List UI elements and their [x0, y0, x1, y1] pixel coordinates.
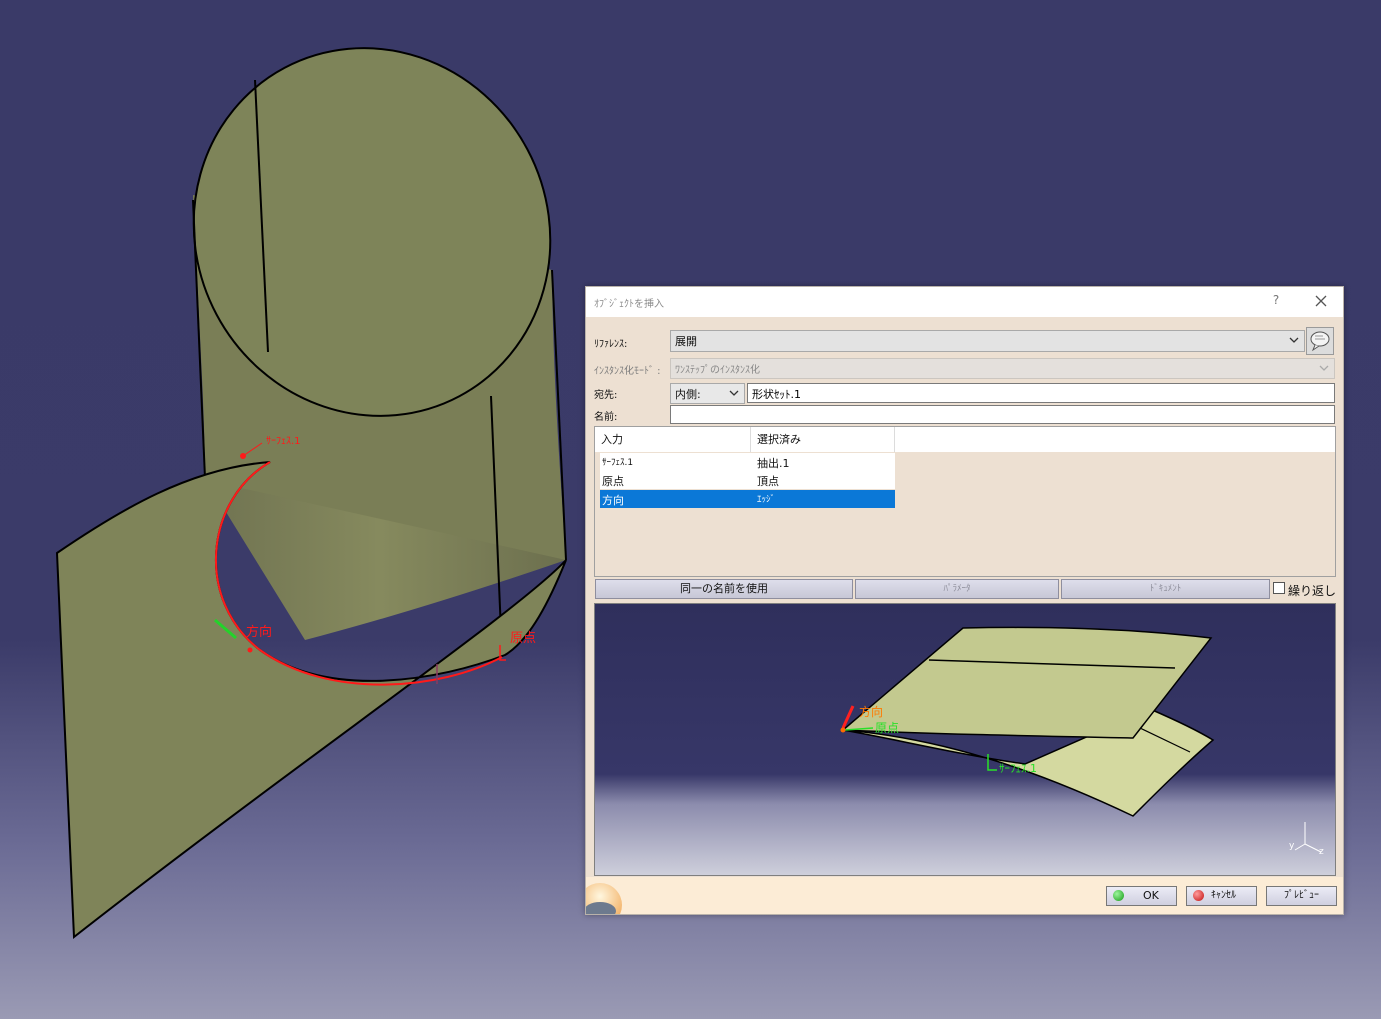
table-row-selected[interactable]: 方向 ｴｯｼﾞ [600, 490, 895, 508]
chevron-down-icon [1319, 363, 1329, 376]
cancel-label: ｷｬﾝｾﾙ [1211, 890, 1236, 901]
instantiation-mode-label: ｲﾝｽﾀﾝｽ化ﾓｰﾄﾞ : [594, 366, 661, 377]
dialog-titlebar[interactable]: ｵﾌﾞｼﾞｪｸﾄを挿入 ? [586, 287, 1343, 317]
preview-viewer[interactable]: 方向 原点 ｻｰﾌｪｽ.1 z y [594, 603, 1336, 876]
parameters-button: ﾊﾟﾗﾒｰﾀ [855, 579, 1059, 599]
edit-reference-button[interactable] [1306, 327, 1334, 355]
ok-label: OK [1143, 889, 1159, 902]
destination-value: 形状ｾｯﾄ.1 [752, 388, 801, 401]
preview-button[interactable]: ﾌﾟﾚﾋﾞｭｰ [1266, 886, 1337, 906]
preview-origin-point [840, 727, 846, 733]
destination-label: 宛先: [594, 390, 618, 401]
direction-point [247, 647, 253, 653]
column-header-selected[interactable]: 選択済み [750, 427, 895, 452]
preview-direction-label: 方向 [859, 704, 883, 719]
catia-logo-icon [586, 883, 622, 914]
dialog-footer: OK ｷｬﾝｾﾙ ﾌﾟﾚﾋﾞｭｰ [586, 877, 1343, 914]
insert-object-dialog: ｵﾌﾞｼﾞｪｸﾄを挿入 ? ﾘﾌｧﾚﾝｽ: 展開 ｲﾝｽﾀﾝｽ化ﾓｰﾄﾞ : ﾜ… [585, 286, 1344, 915]
ok-icon [1113, 890, 1124, 901]
row-input: 方向 [602, 494, 624, 507]
row-input: 原点 [602, 475, 624, 488]
row-input: ｻｰﾌｪｽ.1 [602, 458, 634, 468]
instantiation-mode-value: ﾜﾝｽﾃｯﾌﾟのｲﾝｽﾀﾝｽ化 [675, 365, 760, 376]
inputs-table-header: 入力 選択済み [595, 427, 1335, 452]
ok-button[interactable]: OK [1106, 886, 1177, 906]
destination-mode-dropdown[interactable]: 内側: [670, 383, 745, 404]
reference-label: ﾘﾌｧﾚﾝｽ: [594, 339, 628, 350]
origin-label: 原点 [510, 631, 536, 646]
table-row[interactable]: ｻｰﾌｪｽ.1 抽出.1 [600, 453, 895, 471]
reference-value: 展開 [675, 335, 697, 348]
documents-button: ﾄﾞｷｭﾒﾝﾄ [1061, 579, 1270, 599]
inputs-panel: 入力 選択済み ｻｰﾌｪｽ.1 抽出.1 原点 頂点 方向 ｴｯｼﾞ [594, 426, 1336, 577]
speech-bubble-icon [1310, 331, 1330, 352]
surface-label: ｻｰﾌｪｽ.1 [266, 435, 301, 447]
instantiation-mode-dropdown: ﾜﾝｽﾃｯﾌﾟのｲﾝｽﾀﾝｽ化 [670, 358, 1335, 379]
help-button[interactable]: ? [1269, 293, 1283, 307]
row-selected: ｴｯｼﾞ [757, 495, 776, 505]
preview-surface-label: ｻｰﾌｪｽ.1 [999, 762, 1037, 775]
preview-origin-label: 原点 [875, 721, 899, 735]
preview-surface-marker-icon [987, 754, 997, 771]
column-header-input[interactable]: 入力 [595, 427, 750, 452]
name-label: 名前: [594, 412, 618, 423]
row-selected: 抽出.1 [757, 457, 790, 470]
direction-label: 方向 [246, 624, 272, 640]
cancel-icon [1193, 890, 1204, 901]
cancel-button[interactable]: ｷｬﾝｾﾙ [1186, 886, 1257, 906]
axis-y-label: y [1289, 841, 1295, 851]
repeat-label: 繰り返し [1288, 584, 1337, 598]
chevron-down-icon [729, 388, 739, 401]
destination-field[interactable]: 形状ｾｯﾄ.1 [747, 383, 1335, 403]
row-selected: 頂点 [757, 475, 779, 488]
reference-dropdown[interactable]: 展開 [670, 330, 1305, 352]
chevron-down-icon [1289, 335, 1299, 348]
table-row[interactable]: 原点 頂点 [600, 471, 895, 489]
use-same-name-button[interactable]: 同一の名前を使用 [595, 579, 853, 599]
axis-z-label: z [1319, 847, 1324, 857]
close-icon[interactable] [1310, 290, 1332, 312]
dialog-title: ｵﾌﾞｼﾞｪｸﾄを挿入 [594, 299, 664, 310]
destination-mode-value: 内側: [675, 388, 701, 401]
name-field[interactable] [670, 405, 1335, 424]
axis-triad-icon: z y [1289, 822, 1324, 857]
repeat-checkbox[interactable] [1273, 582, 1285, 594]
